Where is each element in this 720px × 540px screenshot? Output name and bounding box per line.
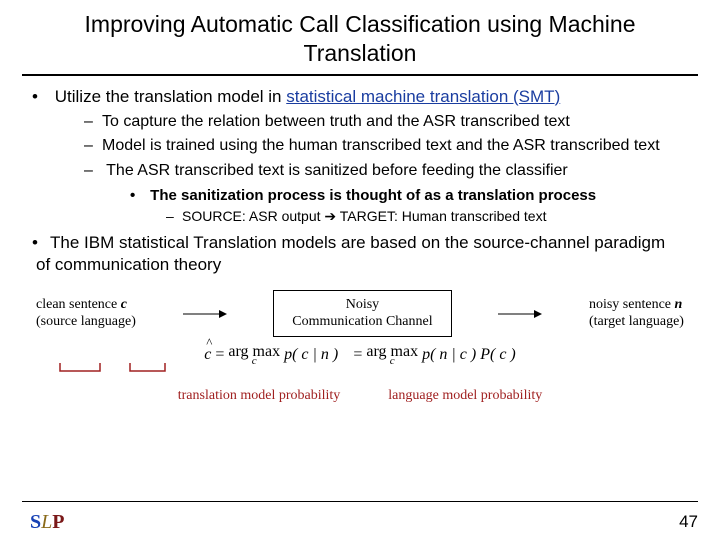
equation-term-brackets <box>0 363 240 381</box>
arrow-icon <box>183 307 227 321</box>
diagram-row: clean sentence c (source language) Noisy… <box>0 282 720 338</box>
src-line2: (source language) <box>36 314 136 329</box>
equation-term-labels: translation model probability language m… <box>0 388 720 404</box>
sub-dash-1: SOURCE: ASR output ➔ TARGET: Human trans… <box>166 207 684 225</box>
bullet-2: The IBM statistical Translation models a… <box>36 232 684 276</box>
eq-rhs-1: p( c | n ) <box>284 343 338 367</box>
eq-sub-c-2: c <box>390 355 395 367</box>
lm-label: language model probability <box>388 388 542 404</box>
diagram-channel-box: Noisy Communication Channel <box>273 290 451 338</box>
dash-3: The ASR transcribed text is sanitized be… <box>84 161 684 225</box>
page-number: 47 <box>679 512 698 532</box>
box-line2: Communication Channel <box>292 314 432 329</box>
bullet-1: Utilize the translation model in statist… <box>36 86 684 226</box>
dash-3-text: The ASR transcribed text is sanitized be… <box>106 162 568 179</box>
slide-title: Improving Automatic Call Classification … <box>0 0 720 74</box>
tm-label: translation model probability <box>178 388 341 404</box>
box-line1: Noisy <box>346 297 379 312</box>
tgt-line1: noisy sentence <box>589 297 675 312</box>
slp-logo: SLP <box>30 511 64 534</box>
footer-rule <box>22 501 698 502</box>
dash-1: To capture the relation between truth an… <box>84 112 684 133</box>
eq-sub-c-1: c <box>252 355 257 367</box>
equation-line2: c = arg max c p( n | c ) P( c ) <box>342 343 516 367</box>
sub-bullet-1: The sanitization process is thought of a… <box>130 186 684 226</box>
content-area: Utilize the translation model in statist… <box>0 86 720 276</box>
title-rule <box>22 74 698 76</box>
sub-bullet-1-text: The sanitization process is thought of a… <box>150 187 596 204</box>
tgt-line2: (target language) <box>589 314 684 329</box>
dash-2: Model is trained using the human transcr… <box>84 136 684 157</box>
diagram-target-text: noisy sentence n (target language) <box>589 297 684 331</box>
eq-c-hat: c <box>204 346 211 363</box>
diagram-source-text: clean sentence c (source language) <box>36 297 136 331</box>
src-var: c <box>121 297 127 312</box>
eq-rhs-2: p( n | c ) P( c ) <box>422 343 516 367</box>
tgt-var: n <box>675 297 683 312</box>
bullet-1-pre: Utilize the translation model in <box>55 87 287 106</box>
src-line1: clean sentence <box>36 297 121 312</box>
arrow-icon <box>498 307 542 321</box>
smt-link: statistical machine translation (SMT) <box>286 87 560 106</box>
